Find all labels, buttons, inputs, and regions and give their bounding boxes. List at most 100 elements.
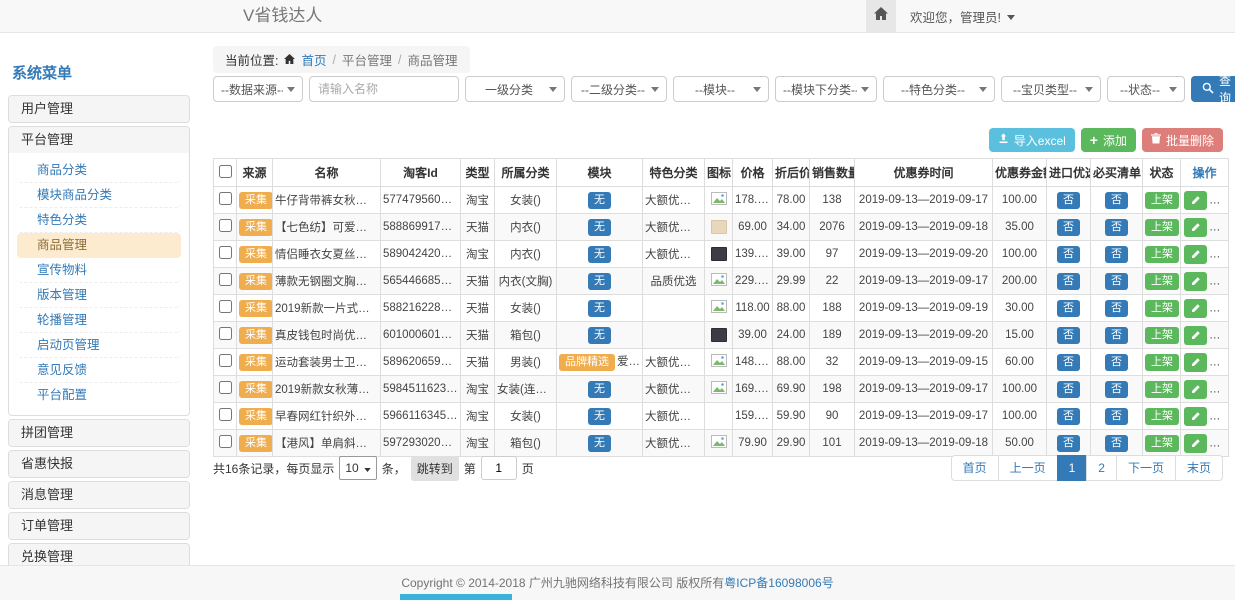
sidebar-group-heading[interactable]: 订单管理 [9,513,189,539]
horizontal-scrollbar-thumb[interactable] [400,594,512,600]
imported-cell: 否 [1047,214,1091,241]
page-button[interactable]: 1 [1057,455,1088,481]
breadcrumb-prefix: 当前位置: [225,50,278,69]
edit-button[interactable] [1184,326,1207,345]
module-badge: 无 [588,273,611,290]
row-checkbox[interactable] [219,381,232,394]
must-buy-badge: 否 [1105,435,1128,452]
import-excel-button[interactable]: 导入excel [989,128,1075,152]
product-thumbnail [711,220,727,234]
filter-select[interactable]: --特色分类-- [883,76,995,102]
module-badge: 无 [588,219,611,236]
status-badge: 上架 [1145,219,1179,236]
sidebar-group-heading[interactable]: 用户管理 [9,96,189,122]
filter-select[interactable]: --宝贝类型-- [1001,76,1101,102]
edit-button[interactable] [1184,218,1207,237]
sidebar-group-heading[interactable]: 平台管理 [9,127,189,153]
row-checkbox[interactable] [219,435,232,448]
taoke-id-cell: 589042420344 [381,241,461,268]
feature-category-cell: 大额优惠券 [643,430,705,457]
status-cell: 上架 [1143,376,1181,403]
taoke-id-cell: 589620659791 [381,349,461,376]
imported-badge: 否 [1057,273,1080,290]
operations-cell [1181,268,1229,295]
edit-button[interactable] [1184,407,1207,426]
category-cell: 女装() [495,295,557,322]
jump-page-input[interactable] [481,456,517,480]
taoke-id-cell: 597293020870 [381,430,461,457]
sidebar-subitem[interactable]: 商品管理 [17,233,181,258]
price-cell: 178.00 [733,187,773,214]
edit-button[interactable] [1184,353,1207,372]
edit-button[interactable] [1184,191,1207,210]
row-checkbox[interactable] [219,219,232,232]
filter-select[interactable]: --模块下分类-- [775,76,877,102]
row-select-cell [214,295,237,322]
batch-delete-button[interactable]: 批量删除 [1142,128,1223,152]
column-header: 模块 [557,159,643,187]
coupon-amount-cell: 100.00 [993,187,1047,214]
plus-icon: + [1090,133,1098,147]
filter-select[interactable]: --状态-- [1107,76,1185,102]
edit-button[interactable] [1184,380,1207,399]
breadcrumb-home-icon [284,53,295,67]
sidebar-subitem[interactable]: 意见反馈 [17,358,181,383]
must-buy-badge: 否 [1105,246,1128,263]
sidebar-subitem[interactable]: 轮播管理 [17,308,181,333]
sales-count-cell: 101 [810,430,855,457]
breadcrumb-home-link[interactable]: 首页 [301,50,326,69]
edit-button[interactable] [1184,245,1207,264]
edit-button[interactable] [1184,434,1207,453]
row-checkbox[interactable] [219,192,232,205]
sidebar-subitem[interactable]: 商品分类 [17,158,181,183]
sidebar-subitem[interactable]: 特色分类 [17,208,181,233]
filter-select[interactable]: --模块-- [673,76,769,102]
column-header: 淘客Id [381,159,461,187]
page-size-select[interactable]: 10 [339,456,376,480]
row-checkbox[interactable] [219,408,232,421]
edit-button[interactable] [1184,299,1207,318]
filter-select[interactable]: 一级分类 [465,76,565,102]
page-button[interactable]: 上一页 [998,455,1058,481]
page-button[interactable]: 首页 [951,455,999,481]
module-suffix-text: 爱上运动 [617,356,643,368]
coupon-time-cell: 2019-09-13—2019-09-17 [855,376,993,403]
jump-to-button[interactable]: 跳转到 [411,456,459,481]
imported-badge: 否 [1057,192,1080,209]
sidebar-group-heading[interactable]: 省惠快报 [9,451,189,477]
sidebar-subitem[interactable]: 启动页管理 [17,333,181,358]
edit-button[interactable] [1184,272,1207,291]
page-button[interactable]: 末页 [1175,455,1223,481]
sales-count-cell: 90 [810,403,855,430]
column-header: 优惠券金额 [993,159,1047,187]
row-checkbox[interactable] [219,300,232,313]
row-select-cell [214,187,237,214]
filter-select-value: --特色分类-- [891,81,975,98]
sidebar-group-heading[interactable]: 拼团管理 [9,420,189,446]
discount-price-cell: 69.90 [773,376,810,403]
row-checkbox[interactable] [219,354,232,367]
page-button[interactable]: 2 [1086,455,1117,481]
coupon-time-cell: 2019-09-13—2019-09-20 [855,241,993,268]
sidebar-subitem[interactable]: 版本管理 [17,283,181,308]
filter-select[interactable]: --数据来源-- [213,76,303,102]
row-checkbox[interactable] [219,327,232,340]
user-menu-toggle[interactable]: 欢迎您，管理员! [896,0,1029,32]
icp-link[interactable]: 粤ICP备16098006号 [724,576,833,590]
sidebar-group-heading[interactable]: 消息管理 [9,482,189,508]
select-all-checkbox[interactable] [219,165,232,178]
coupon-amount-cell: 60.00 [993,349,1047,376]
row-checkbox[interactable] [219,246,232,259]
sidebar-subitem[interactable]: 模块商品分类 [17,183,181,208]
row-select-cell [214,376,237,403]
add-button[interactable]: + 添加 [1081,128,1136,152]
search-button[interactable]: 查询 [1191,76,1235,102]
home-nav-button[interactable] [866,0,896,32]
page-button[interactable]: 下一页 [1116,455,1176,481]
name-search-input[interactable] [309,76,459,102]
row-checkbox[interactable] [219,273,232,286]
filter-select[interactable]: --二级分类-- [571,76,667,102]
row-select-cell [214,403,237,430]
sidebar-subitem[interactable]: 宣传物料 [17,258,181,283]
sidebar-subitem[interactable]: 平台配置 [17,383,181,407]
